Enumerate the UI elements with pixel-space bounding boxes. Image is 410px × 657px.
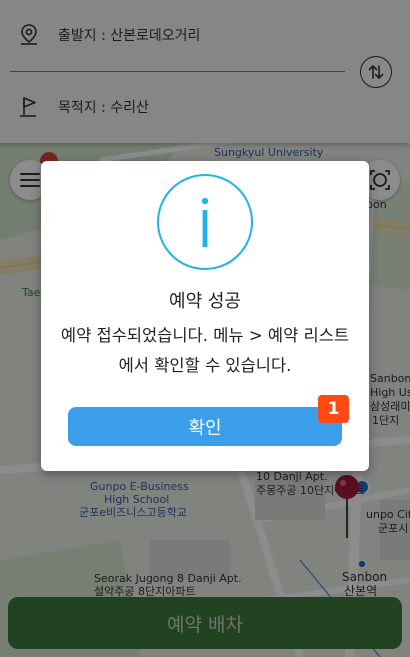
notification-badge: 1 [318,395,349,423]
dialog-message: 예약 접수되었습니다. 메뉴 > 예약 리스트에서 확인할 수 있습니다. [60,326,350,375]
reservation-success-dialog: 예약 성공 예약 접수되었습니다. 메뉴 > 예약 리스트에서 확인할 수 있습… [41,161,369,471]
confirm-button[interactable]: 확인 [68,407,342,446]
info-icon [157,174,253,270]
dialog-title: 예약 성공 [169,291,241,312]
